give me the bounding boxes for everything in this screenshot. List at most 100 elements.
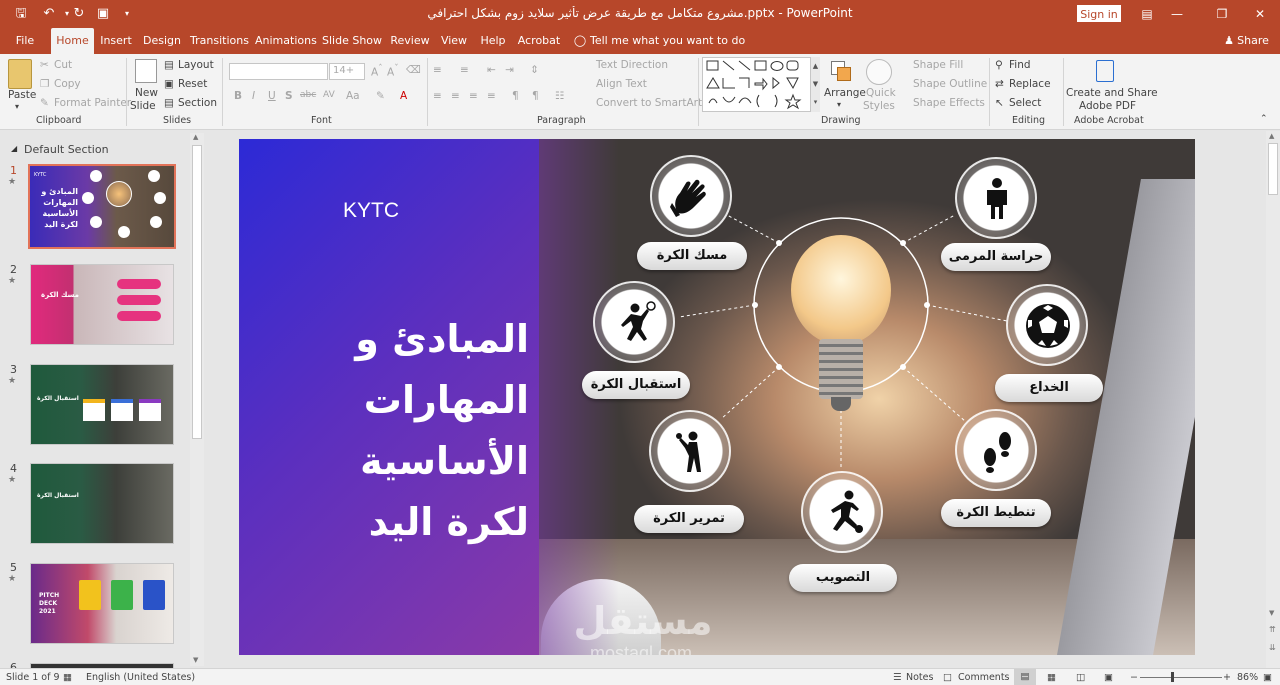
tab-file[interactable]: File [10, 28, 40, 54]
slideshow-view-icon[interactable]: ▣ [1104, 672, 1113, 683]
undo-icon[interactable]: ↶ [40, 5, 58, 23]
justify-icon[interactable]: ≡ [487, 90, 496, 102]
redo-icon[interactable]: ↻ [70, 5, 88, 23]
sign-in-button[interactable]: Sign in [1077, 5, 1121, 22]
quick-styles-icon[interactable] [866, 59, 892, 85]
language-indicator[interactable]: English (United States) [86, 672, 195, 683]
reading-view-icon[interactable]: ◫ [1076, 672, 1085, 683]
thumbnail-scrollbar[interactable]: ▲ ▼ [190, 133, 204, 666]
zoom-level[interactable]: 86% [1237, 672, 1258, 683]
align-right-icon[interactable]: ≡ [469, 90, 478, 102]
tab-home[interactable]: Home [51, 28, 94, 54]
next-slide-icon[interactable]: ⇊ [1269, 643, 1276, 652]
comments-button[interactable]: Comments [958, 672, 1010, 683]
minimize-icon[interactable]: — [1163, 4, 1191, 24]
new-slide-icon[interactable] [135, 59, 157, 83]
align-left-icon[interactable]: ≡ [433, 90, 442, 102]
shape-fill-button[interactable]: Shape Fill [913, 59, 963, 71]
font-name-box[interactable] [229, 63, 328, 80]
tab-view[interactable]: View [439, 28, 469, 54]
receive-circle[interactable] [593, 281, 675, 363]
new-slide-button-line2[interactable]: Slide [130, 100, 156, 112]
tab-acrobat[interactable]: Acrobat [517, 28, 561, 54]
underline-icon[interactable]: U [268, 90, 276, 102]
fit-slide-icon[interactable]: ▣ [1263, 672, 1272, 683]
increase-indent-icon[interactable]: ⇥ [505, 64, 514, 76]
spellcheck-icon[interactable]: ▦ [63, 672, 72, 683]
collapse-ribbon-icon[interactable]: ⌃ [1260, 114, 1268, 124]
pass-circle[interactable] [649, 410, 731, 492]
zoom-out-icon[interactable]: − [1130, 672, 1138, 683]
slide-thumbnail-1[interactable]: KYTC المبادئ و المهارات الأساسية لكرة اليد [28, 164, 176, 249]
collapse-section-icon[interactable]: ◢ [11, 144, 17, 153]
quick-styles-button-line2[interactable]: Styles [863, 100, 895, 112]
bullets-icon[interactable]: ≡ [433, 64, 442, 76]
shape-outline-button[interactable]: Shape Outline [913, 78, 987, 90]
skill-label-receive[interactable]: استقبال الكرة [582, 371, 690, 399]
paste-button[interactable]: Paste [8, 89, 36, 101]
maximize-icon[interactable]: ❐ [1208, 4, 1236, 24]
tab-design[interactable]: Design [142, 28, 182, 54]
share-person-icon[interactable]: ♟ [1222, 28, 1236, 54]
tab-transitions[interactable]: Transitions [190, 28, 249, 54]
skill-label-pass[interactable]: تمرير الكرة [634, 505, 744, 533]
skill-label-catch[interactable]: مسك الكرة [637, 242, 747, 270]
catch-circle[interactable] [650, 155, 732, 237]
shoot-circle[interactable] [801, 471, 883, 553]
skill-label-feint[interactable]: الخداع [995, 374, 1103, 402]
slide-scrollbar[interactable]: ▲ ▼ ⇈ ⇊ [1266, 131, 1280, 668]
scroll-up-icon[interactable]: ▲ [1269, 132, 1274, 140]
dribble-circle[interactable] [955, 409, 1037, 491]
numbering-icon[interactable]: ≡ [460, 64, 469, 76]
slide-thumbnail-2[interactable]: مسك الكرة [30, 264, 174, 345]
start-slideshow-icon[interactable]: ▣ [94, 5, 112, 23]
notes-button[interactable]: Notes [906, 672, 933, 683]
zoom-slider-track[interactable] [1140, 677, 1222, 678]
cut-button[interactable]: Cut [54, 59, 72, 71]
customize-toolbar-icon[interactable]: ▾ [118, 5, 136, 23]
adobe-pdf-icon[interactable] [1096, 60, 1114, 82]
quick-styles-button[interactable]: Quick [866, 87, 896, 99]
create-pdf-button[interactable]: Create and Share [1066, 87, 1158, 99]
slide-canvas[interactable]: KYTC المبادئ و المهارات الأساسية لكرة ال… [239, 139, 1195, 655]
scroll-thumb[interactable] [1268, 143, 1278, 195]
strikethrough-icon[interactable]: abc [300, 90, 316, 100]
skill-label-shoot[interactable]: التصويب [789, 564, 897, 592]
find-button[interactable]: Find [1009, 59, 1031, 71]
share-button[interactable]: Share [1237, 28, 1269, 54]
italic-icon[interactable]: I [252, 90, 255, 102]
grow-font-icon[interactable]: Aˆ [371, 64, 383, 79]
clear-format-icon[interactable]: ⌫ [406, 64, 421, 76]
arrange-icon[interactable] [829, 59, 853, 83]
slide-thumbnail-3[interactable]: استقبال الكرة [30, 364, 174, 445]
create-pdf-button-line2[interactable]: Adobe PDF [1079, 100, 1136, 112]
ltr-icon[interactable]: ¶ [532, 90, 539, 102]
save-icon[interactable]: 🖫 [12, 5, 30, 23]
zoom-in-icon[interactable]: + [1223, 672, 1231, 683]
line-spacing-icon[interactable]: ⇕ [530, 64, 539, 76]
paste-icon[interactable] [8, 59, 32, 89]
comments-icon[interactable]: □ [943, 672, 952, 683]
reset-button[interactable]: Reset [178, 78, 207, 90]
normal-view-icon[interactable]: ▤ [1014, 669, 1036, 685]
layout-button[interactable]: Layout [178, 59, 214, 71]
tab-insert[interactable]: Insert [100, 28, 132, 54]
scroll-up-icon[interactable]: ▲ [193, 133, 198, 141]
paste-dropdown-icon[interactable]: ▾ [15, 102, 19, 111]
slide-thumbnail-5[interactable]: PITCH DECK 2021 [30, 563, 174, 644]
tab-slide-show[interactable]: Slide Show [322, 28, 382, 54]
font-size-box[interactable]: 14+ [329, 63, 365, 80]
replace-button[interactable]: Replace [1009, 78, 1051, 90]
shrink-font-icon[interactable]: Aˇ [387, 64, 399, 79]
skill-label-goalkeeping[interactable]: حراسة المرمى [941, 243, 1051, 271]
scroll-down-icon[interactable]: ▼ [1269, 609, 1274, 617]
arrange-button[interactable]: Arrange [824, 87, 866, 99]
ribbon-display-icon[interactable]: ▤ [1133, 4, 1161, 24]
tab-help[interactable]: Help [478, 28, 508, 54]
highlight-icon[interactable]: ✎ [376, 90, 385, 102]
font-color-icon[interactable]: A [400, 90, 407, 102]
shapes-gallery[interactable] [702, 57, 820, 112]
copy-button[interactable]: Copy [54, 78, 81, 90]
spacing-icon[interactable]: AV [323, 90, 335, 100]
skill-label-dribble[interactable]: تنطيط الكرة [941, 499, 1051, 527]
